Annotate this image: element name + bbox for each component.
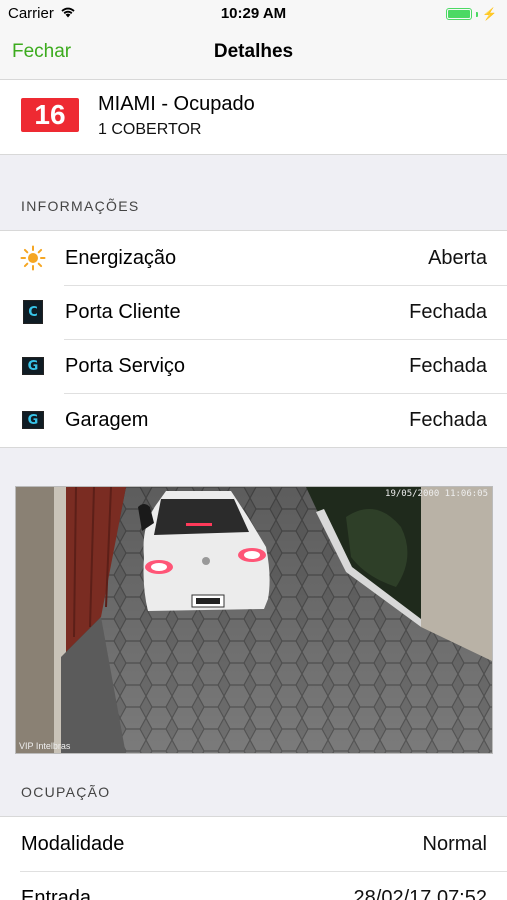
sun-icon [20,245,46,271]
occupation-row-entrada[interactable]: Entrada 28/02/17 07:52 [0,871,507,900]
row-label: Garagem [65,409,149,431]
status-bar: Carrier 10:29 AM ⚡ [0,0,507,28]
battery-fill [448,10,471,18]
row-value: Aberta [428,247,487,269]
info-row-porta-cliente[interactable]: C Porta Cliente Fechada [0,285,507,339]
row-label: Entrada [21,887,92,900]
row-label: Porta Cliente [65,301,181,323]
camera-image [16,487,492,753]
info-row-garagem[interactable]: G Garagem Fechada [0,393,507,447]
info-row-energizacao[interactable]: Energização Aberta [0,231,507,285]
garage-icon-box: G [22,411,44,429]
occupation-row-modalidade[interactable]: Modalidade Normal [0,817,507,871]
info-section-header: INFORMAÇÕES [21,198,140,214]
camera-brand: VIP Intelbras [19,741,71,751]
row-label: Porta Serviço [65,355,186,377]
occupation-list: Modalidade Normal Entrada 28/02/17 07:52 [0,816,507,900]
door-service-icon-box: G [22,357,44,375]
status-time: 10:29 AM [220,5,287,22]
row-value: Fechada [409,301,487,323]
battery-icon [446,8,473,20]
row-value: Fechada [409,355,487,377]
row-value: Normal [422,833,487,855]
page-title: Detalhes [213,41,294,62]
row-label: Energização [65,247,177,269]
battery-tip [476,11,479,17]
room-number-badge: 16 [21,98,79,132]
door-client-icon: C [20,299,46,325]
info-list: Energização Aberta C Porta Cliente Fecha… [0,230,507,448]
navigation-bar: Fechar Detalhes [0,28,507,80]
camera-timestamp: 19/05/2000 11:06:05 [385,489,488,499]
charging-icon: ⚡ [482,7,497,21]
row-label: Modalidade [21,833,125,855]
room-title: MIAMI - Ocupado [98,93,255,115]
occupation-section-header: OCUPAÇÃO [21,784,111,800]
row-value: Fechada [409,409,487,431]
info-row-porta-servico[interactable]: G Porta Serviço Fechada [0,339,507,393]
door-service-icon: G [20,353,46,379]
battery-indicator: ⚡ [446,7,497,21]
camera-snapshot[interactable]: 19/05/2000 11:06:05 VIP Intelbras [15,486,493,754]
room-subtitle: 1 COBERTOR [98,121,202,138]
room-header: 16 MIAMI - Ocupado 1 COBERTOR [0,80,507,155]
row-value: 28/02/17 07:52 [353,887,487,900]
door-client-icon-box: C [23,300,43,324]
garage-icon: G [20,407,46,433]
